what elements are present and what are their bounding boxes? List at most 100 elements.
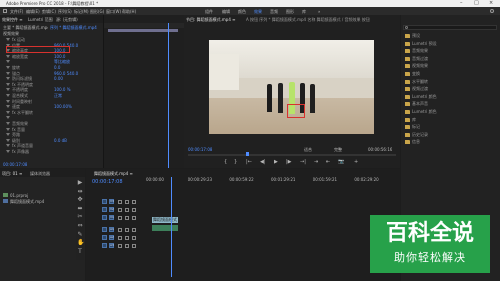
- lock-icon[interactable]: [118, 243, 122, 248]
- disclosure-triangle-icon[interactable]: [6, 122, 10, 125]
- effects-item[interactable]: 信息: [412, 139, 420, 144]
- effect-row-value[interactable]: 0.0 dB: [54, 138, 67, 143]
- effects-item[interactable]: 标记: [412, 124, 420, 129]
- effect-row-value[interactable]: 100.0 %: [54, 87, 71, 92]
- disclosure-triangle-icon[interactable]: [6, 150, 10, 153]
- effects-item[interactable]: 基本声音: [412, 101, 428, 106]
- track-name-badge[interactable]: V2: [109, 207, 114, 212]
- maximize-button[interactable]: □: [474, 0, 479, 6]
- effect-row[interactable]: fx 声道音量: [2, 143, 101, 148]
- track-target-toggle[interactable]: [102, 235, 107, 240]
- timeline-ruler[interactable]: 00:00:00 00:00:29:23 00:00:59:22 00:01:29:2…: [146, 177, 400, 185]
- step-forward-button[interactable]: |▶: [286, 159, 292, 165]
- keyframe-playhead[interactable]: [168, 23, 169, 168]
- workspace-effects[interactable]: 效果: [254, 9, 262, 14]
- effect-row[interactable]: fx 运动: [2, 37, 101, 42]
- tab-source[interactable]: 源: (无剪辑): [56, 17, 102, 22]
- home-icon[interactable]: [3, 9, 7, 13]
- disclosure-triangle-icon[interactable]: [6, 60, 10, 64]
- program-playhead[interactable]: [246, 152, 249, 156]
- lock-icon[interactable]: [118, 235, 122, 240]
- effect-row[interactable]: 音频效果: [2, 121, 101, 126]
- close-button[interactable]: ×: [489, 0, 493, 6]
- program-timecode[interactable]: 00:00:17:08: [188, 147, 212, 152]
- disclosure-triangle-icon[interactable]: [6, 66, 10, 69]
- workspace-color[interactable]: 颜色: [238, 9, 246, 14]
- effect-row-value[interactable]: 0.00: [54, 76, 63, 81]
- tab-effect-controls[interactable]: 效果控件 ≡: [2, 17, 23, 22]
- disclosure-triangle-icon[interactable]: [6, 127, 10, 131]
- menu-sequence[interactable]: 序列(S): [58, 9, 72, 14]
- tool-icon[interactable]: ✎: [77, 231, 83, 238]
- effect-row[interactable]: 缩放宽度 100.0: [2, 54, 101, 59]
- audio-clip[interactable]: [152, 225, 178, 231]
- menu-edit[interactable]: 编辑(E): [26, 9, 40, 14]
- tool-icon[interactable]: ⇔: [77, 223, 83, 229]
- effect-row[interactable]: 不透明度 100.0 %: [2, 87, 101, 92]
- workspace-more[interactable]: »: [318, 9, 320, 14]
- menu-help[interactable]: 帮助(H): [122, 9, 136, 14]
- minimize-button[interactable]: –: [460, 0, 463, 6]
- sync-icon[interactable]: [125, 227, 129, 232]
- add-button[interactable]: +: [354, 159, 358, 165]
- effect-row[interactable]: 时间重映射: [2, 99, 101, 104]
- effects-item[interactable]: 变换: [412, 71, 420, 76]
- program-scrubber[interactable]: [188, 154, 396, 156]
- workspace-assembly[interactable]: 组件: [205, 9, 213, 14]
- track-name-badge[interactable]: V1: [109, 215, 114, 220]
- effect-row[interactable]: fx 声像器: [2, 149, 101, 154]
- effects-item[interactable]: 音频过渡: [412, 56, 428, 61]
- tab-project[interactable]: 项目: 01 ≡: [2, 171, 22, 176]
- tab-media-browser[interactable]: 媒体浏览器: [30, 171, 50, 176]
- sync-icon[interactable]: [125, 207, 129, 212]
- program-monitor-title[interactable]: 节目: 舞蹈镜面模式.mp4 ≡: [186, 17, 246, 22]
- effect-row[interactable]: fx 水平翻转: [2, 110, 101, 115]
- tab-lumetri-scopes[interactable]: Lumetri 范围: [28, 17, 53, 22]
- effect-row[interactable]: 混合模式 正常: [2, 93, 101, 98]
- sync-icon[interactable]: [125, 199, 129, 204]
- disclosure-triangle-icon[interactable]: [6, 94, 10, 97]
- effect-row-value[interactable]: 100.00%: [54, 104, 72, 109]
- disclosure-triangle-icon[interactable]: [6, 82, 10, 86]
- effect-row-value[interactable]: 正常: [54, 93, 62, 98]
- track-target-toggle[interactable]: [102, 227, 107, 232]
- effects-search[interactable]: [403, 25, 497, 30]
- eye-icon[interactable]: [132, 227, 136, 232]
- sync-icon[interactable]: [125, 243, 129, 248]
- disclosure-triangle-icon[interactable]: [6, 144, 10, 148]
- fit-dropdown[interactable]: 适合: [304, 147, 312, 152]
- timeline-playhead[interactable]: [171, 177, 172, 277]
- effects-item[interactable]: 水平翻转: [412, 79, 428, 84]
- disclosure-triangle-icon[interactable]: [6, 110, 10, 114]
- sync-icon[interactable]: [125, 215, 129, 220]
- disclosure-triangle-icon[interactable]: [6, 133, 10, 137]
- effect-row-value[interactable]: 等比缩放: [54, 59, 70, 64]
- eye-icon[interactable]: [132, 207, 136, 212]
- timeline-tab[interactable]: 舞蹈镜面模式.mp4 ≡: [94, 171, 133, 176]
- eye-icon[interactable]: [132, 243, 136, 248]
- workspace-graphics[interactable]: 图形: [286, 9, 294, 14]
- disclosure-triangle-icon[interactable]: [6, 99, 10, 103]
- effects-item[interactable]: Lumetri 预设: [412, 41, 437, 46]
- disclosure-triangle-icon[interactable]: [6, 138, 10, 142]
- timeline-timecode[interactable]: 00:00:17:08: [92, 179, 123, 185]
- lift-button[interactable]: ⇥: [314, 159, 318, 165]
- effects-item[interactable]: 预设: [412, 33, 420, 38]
- effect-row[interactable]: 速度 100.00%: [2, 104, 101, 109]
- effect-row-value[interactable]: 960.0 540.0: [54, 71, 78, 76]
- project-clip[interactable]: 舞蹈镜面模式.mp4: [10, 199, 44, 204]
- disclosure-triangle-icon[interactable]: [6, 71, 10, 75]
- tool-icon[interactable]: ⇹: [77, 188, 83, 195]
- effects-item[interactable]: 视频过渡: [412, 86, 428, 91]
- effects-item[interactable]: 历史记录: [412, 132, 428, 137]
- tool-icon[interactable]: ⬌: [77, 205, 83, 212]
- effect-row[interactable]: [2, 115, 101, 120]
- disclosure-triangle-icon[interactable]: [6, 105, 10, 109]
- effects-item[interactable]: 库: [412, 117, 416, 122]
- effects-item[interactable]: Lumetri 颜色: [412, 109, 437, 114]
- eye-icon[interactable]: [132, 215, 136, 220]
- track-name-badge[interactable]: A2: [109, 235, 114, 240]
- tool-icon[interactable]: ▶: [77, 180, 83, 186]
- effect-row[interactable]: fx 音量: [2, 127, 101, 132]
- disclosure-triangle-icon[interactable]: [6, 77, 10, 81]
